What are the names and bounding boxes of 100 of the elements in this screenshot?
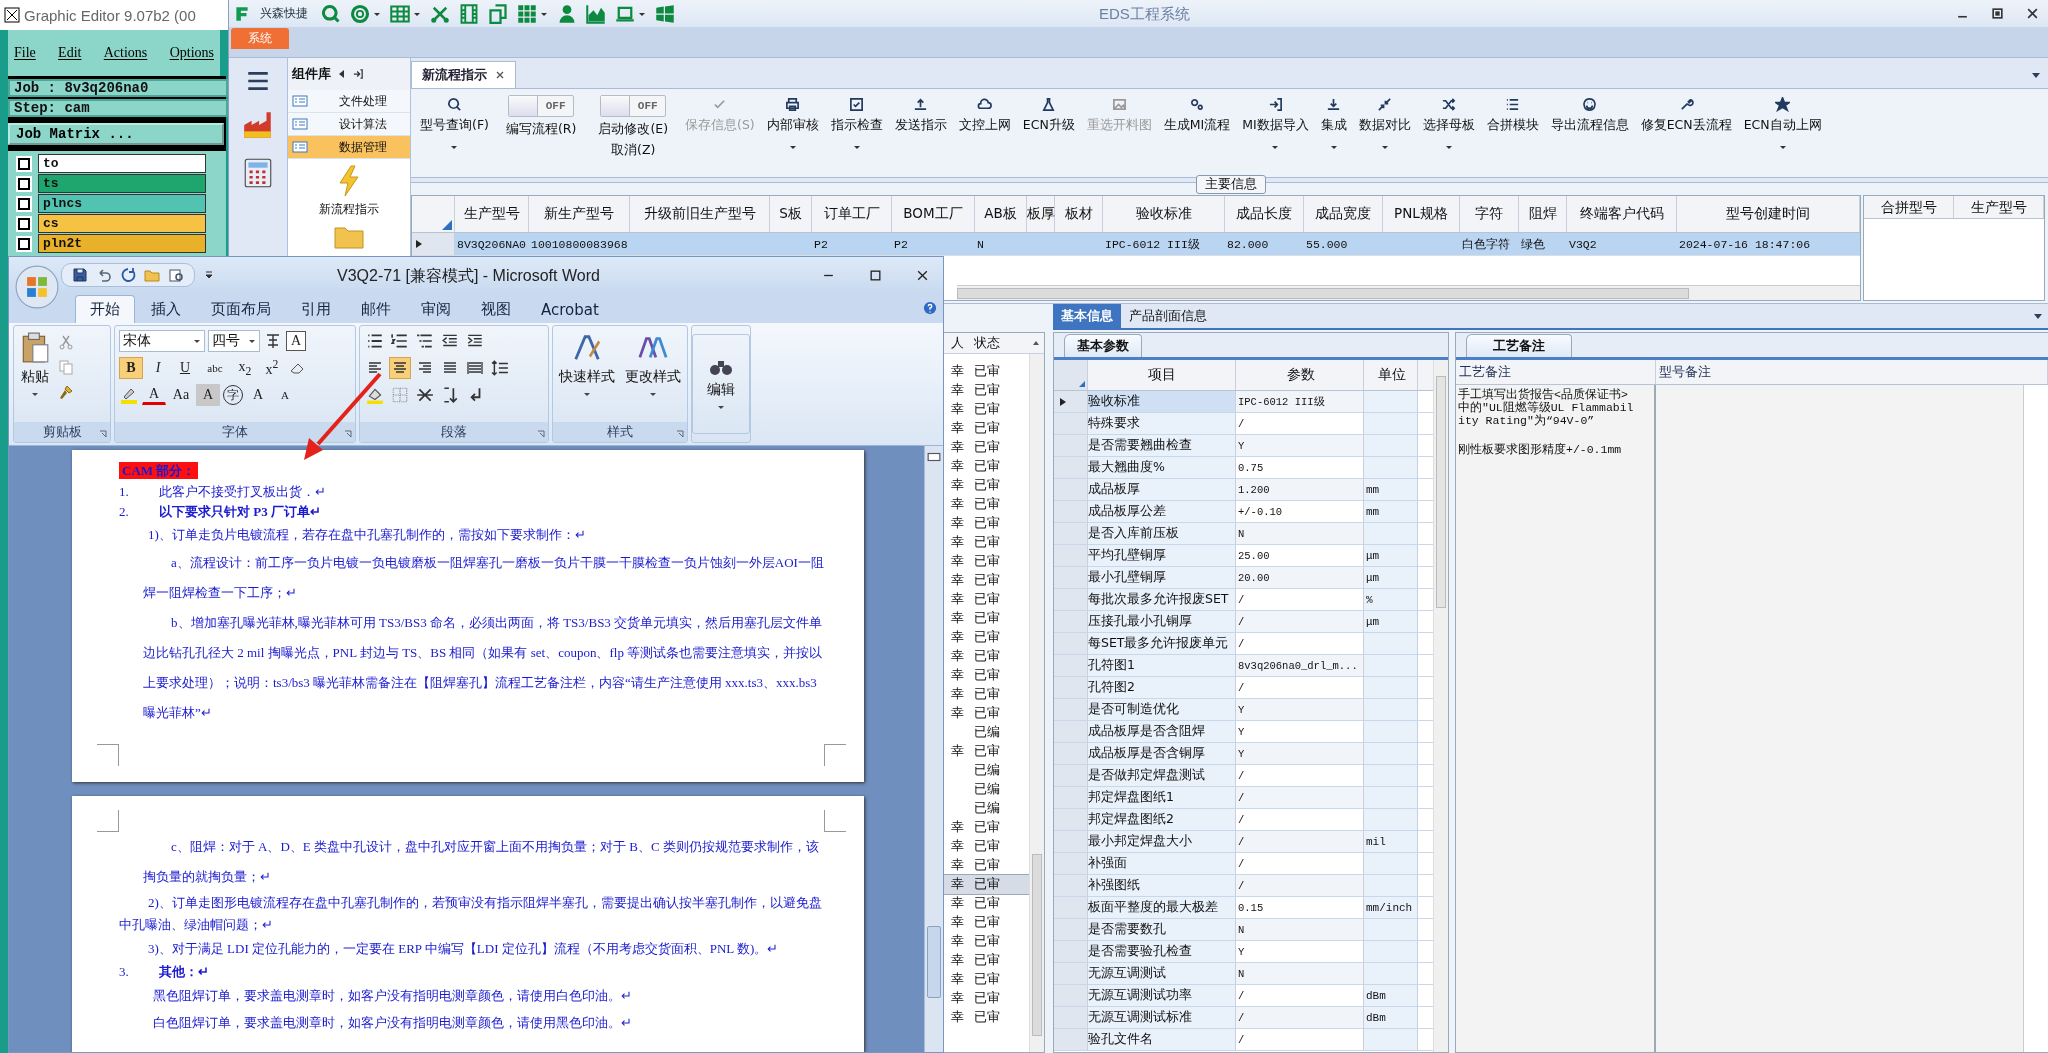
table-row[interactable]: 每批次最多允许报废SET / % (1054, 589, 1433, 611)
format-button[interactable]: x$_{2}$ (233, 357, 257, 379)
lifebuoy-icon[interactable] (350, 3, 370, 24)
list-row[interactable]: 幸 已审 (940, 970, 1029, 989)
menu-item[interactable]: Edit (58, 45, 82, 61)
panel-item[interactable]: 文件处理 (288, 90, 410, 113)
collapse-icon[interactable] (337, 69, 347, 79)
ribbon-tab[interactable]: 页面布局 (197, 296, 285, 323)
windows-icon[interactable] (655, 3, 675, 24)
column-header[interactable]: 字符 (1460, 196, 1519, 232)
pin-icon[interactable] (353, 69, 363, 79)
layer-checkbox[interactable] (18, 177, 30, 190)
ribbon-tab[interactable]: 邮件 (347, 296, 405, 323)
toggle-label[interactable]: 编写流程(R) (505, 121, 577, 138)
list-row[interactable]: 幸 已审 (940, 457, 1029, 476)
list-row[interactable]: 幸 已审 (940, 571, 1029, 590)
list-row[interactable]: 幸 已审 (940, 609, 1029, 628)
list-row[interactable]: 幸 已审 (940, 419, 1029, 438)
column-header[interactable]: 工艺备注 (1456, 360, 1656, 384)
quick-styles-button[interactable]: 快速样式 (557, 330, 617, 418)
customize-icon[interactable] (205, 270, 213, 280)
column-header[interactable]: 板材 (1055, 196, 1103, 232)
column-header[interactable]: 单位 (1364, 360, 1418, 390)
ribbon-tab[interactable]: 视图 (467, 296, 525, 323)
column-header[interactable]: 订单工厂 (812, 196, 892, 232)
redo-icon[interactable] (120, 267, 136, 283)
row-header[interactable] (412, 233, 455, 255)
font-color-button[interactable]: A (142, 385, 166, 405)
close-icon[interactable] (916, 268, 929, 282)
ribbon-tab[interactable]: Acrobat (527, 297, 613, 323)
align-button[interactable] (389, 357, 411, 379)
layer-name[interactable]: ts (38, 174, 206, 193)
ribbon-tab[interactable]: 审阅 (407, 296, 465, 323)
toolbar-button[interactable]: 指示检查 (827, 95, 886, 153)
toolbar-button[interactable]: 生成MI流程 (1160, 95, 1234, 136)
cancel-button[interactable]: 取消(Z) (611, 142, 656, 159)
list-row[interactable]: 幸 已审 (940, 856, 1029, 875)
close-icon[interactable] (2026, 7, 2039, 20)
grid-icon[interactable] (517, 3, 537, 24)
list-row[interactable]: 已编 (940, 723, 1029, 742)
column-header[interactable]: BOM工厂 (892, 196, 975, 232)
table-row[interactable]: 特殊要求 / (1054, 413, 1433, 435)
list-row[interactable]: 幸 已审 (940, 590, 1029, 609)
column-header[interactable]: 参数 (1236, 360, 1364, 390)
table-row[interactable]: 最大翘曲度% 0.75 (1054, 457, 1433, 479)
table-row[interactable]: 是否可制造优化 Y (1054, 699, 1433, 721)
column-header[interactable]: 状态 (968, 334, 1032, 352)
ribbon-tab[interactable]: 引用 (287, 296, 345, 323)
list-row[interactable]: 幸 已审 (940, 989, 1029, 1008)
format-button[interactable]: I (146, 357, 170, 379)
row-header[interactable] (1054, 391, 1088, 412)
brush-icon[interactable] (58, 384, 74, 400)
column-header[interactable]: 项目 (1088, 360, 1236, 390)
document-tab[interactable]: 新流程指示 (411, 61, 516, 88)
toggle-label[interactable]: 启动修改(E) (598, 121, 669, 138)
character-shading-button[interactable]: A (196, 384, 220, 406)
table-row[interactable]: 邦定焊盘图纸2 / (1054, 809, 1433, 831)
panel-tab[interactable]: 工艺备注 (1466, 334, 1572, 357)
table-row[interactable]: 孔符图2 / (1054, 677, 1433, 699)
panel-item[interactable]: 设计算法 (288, 113, 410, 136)
table-row[interactable]: 无源互调测试 N (1054, 963, 1433, 985)
panel-tab[interactable]: 产品剖面信息 (1121, 304, 1215, 328)
menu-item[interactable]: Actions (103, 45, 148, 61)
format-button[interactable]: x$^{2}$ (260, 357, 284, 379)
horizontal-scrollbar[interactable] (957, 285, 1860, 300)
list-row[interactable]: 幸 已审 (940, 495, 1029, 514)
column-header[interactable]: S板 (770, 196, 812, 232)
table-row[interactable]: 是否需要数孔 N (1054, 919, 1433, 941)
caret-icon[interactable] (2033, 311, 2043, 321)
table-row[interactable]: 成品板厚是否含阻焊 Y (1054, 721, 1433, 743)
list-row[interactable]: 幸 已审 (940, 932, 1029, 951)
toolbar-button[interactable]: 文控上网 (955, 95, 1014, 136)
list-row[interactable]: 幸 已审 (940, 552, 1029, 571)
toolbar-button[interactable]: ECN自动上网 (1740, 95, 1825, 153)
toggle-switch[interactable]: OFF (508, 95, 575, 117)
restore-icon[interactable] (1991, 7, 2004, 20)
change-styles-button[interactable]: 更改样式 (623, 330, 683, 418)
job-matrix-button[interactable]: Job Matrix ... (8, 123, 224, 145)
folder-icon[interactable] (144, 267, 160, 283)
paste-button[interactable]: 粘贴 (18, 330, 52, 418)
table-row[interactable]: 板面平整度的最大极差 0.15 mm/inch (1054, 897, 1433, 919)
table-row[interactable]: 每SET最多允许报废单元 / (1054, 633, 1433, 655)
scroll-up-icon[interactable] (1032, 339, 1040, 347)
office-button-icon[interactable] (15, 265, 59, 309)
column-header[interactable]: 生产型号 (455, 196, 529, 232)
notes-field[interactable] (1656, 385, 2024, 1052)
save-icon[interactable] (72, 267, 88, 283)
dialog-launcher-icon[interactable] (537, 430, 545, 438)
table-row[interactable]: 补强面 / (1054, 853, 1433, 875)
list-row[interactable]: 幸 已审 (940, 818, 1029, 837)
caret-icon[interactable] (248, 337, 256, 345)
list-row[interactable]: 幸 已审 (940, 438, 1029, 457)
list-row[interactable]: 已编 (940, 761, 1029, 780)
column-header[interactable]: AB板 (975, 196, 1027, 232)
column-header[interactable]: 验收标准 (1103, 196, 1225, 232)
list-row[interactable]: 已编 (940, 799, 1029, 818)
copy-icon[interactable] (488, 3, 508, 24)
list-row[interactable]: 幸 已审 (940, 514, 1029, 533)
notes-field[interactable]: 手工填写出货报告<品质保证书>中的"UL阻燃等级UL Flammability Rating"为“94V-0” 刚性板要求图形精度+/-0.1mm (1456, 385, 1656, 1052)
column-header[interactable]: 终端客户代码 (1567, 196, 1677, 232)
